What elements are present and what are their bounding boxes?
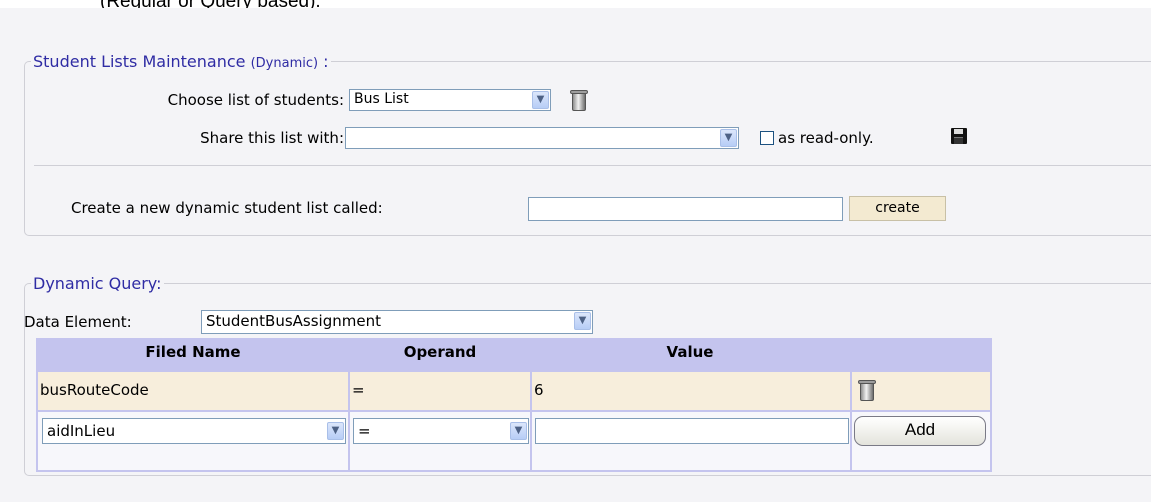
data-element-select[interactable]: StudentBusAssignment ▼ <box>201 310 593 334</box>
choose-list-select[interactable]: Bus List ▼ <box>349 89 551 111</box>
new-value-input[interactable] <box>535 418 849 444</box>
column-header-field: Filed Name <box>145 343 241 361</box>
table-row-operand: = <box>350 372 530 410</box>
trash-icon[interactable] <box>858 380 876 401</box>
chevron-down-icon[interactable]: ▼ <box>327 422 344 440</box>
readonly-label: as read-only. <box>778 129 874 147</box>
query-legend: Dynamic Query: <box>33 274 162 293</box>
new-operand-value: = <box>358 422 371 440</box>
maintenance-legend-colon: : <box>318 52 329 71</box>
create-button[interactable]: create <box>849 196 946 221</box>
chevron-down-icon[interactable]: ▼ <box>532 91 549 109</box>
new-field-value: aidInLieu <box>47 422 116 440</box>
query-table: Filed Name Operand Value busRouteCode = … <box>36 338 992 472</box>
new-operand-select[interactable]: = ▼ <box>353 418 529 444</box>
choose-list-label: Choose list of students: <box>167 91 344 109</box>
share-list-label: Share this list with: <box>200 129 344 147</box>
maintenance-legend-sub: (Dynamic) <box>250 56 319 71</box>
trash-icon[interactable] <box>570 90 588 111</box>
row-field-value: busRouteCode <box>40 381 149 399</box>
table-row-actions <box>852 372 990 410</box>
maintenance-legend: Student Lists Maintenance (Dynamic) : <box>31 52 331 71</box>
data-element-label: Data Element: <box>24 313 132 331</box>
chevron-down-icon[interactable]: ▼ <box>510 422 527 440</box>
row-operand-value: = <box>352 381 365 399</box>
chevron-down-icon[interactable]: ▼ <box>574 312 591 330</box>
readonly-checkbox[interactable] <box>760 131 774 145</box>
data-element-value: StudentBusAssignment <box>206 312 381 330</box>
save-icon[interactable] <box>951 128 967 144</box>
create-list-input[interactable] <box>528 197 843 221</box>
maintenance-legend-main: Student Lists Maintenance <box>33 52 251 71</box>
create-list-label: Create a new dynamic student list called… <box>71 199 383 217</box>
share-list-select[interactable]: ▼ <box>345 127 739 149</box>
choose-list-value: Bus List <box>354 91 409 107</box>
maintenance-divider <box>34 165 1151 166</box>
chevron-down-icon[interactable]: ▼ <box>720 129 737 147</box>
column-header-operand: Operand <box>403 343 477 361</box>
new-field-select[interactable]: aidInLieu ▼ <box>42 418 346 444</box>
row-value-value: 6 <box>534 381 544 399</box>
table-row-value: 6 <box>532 372 850 410</box>
table-row-field: busRouteCode <box>38 372 348 410</box>
column-header-value: Value <box>666 343 714 361</box>
main-panel: Student Lists Maintenance (Dynamic) : Ch… <box>0 8 1151 502</box>
add-button[interactable]: Add <box>854 416 986 446</box>
